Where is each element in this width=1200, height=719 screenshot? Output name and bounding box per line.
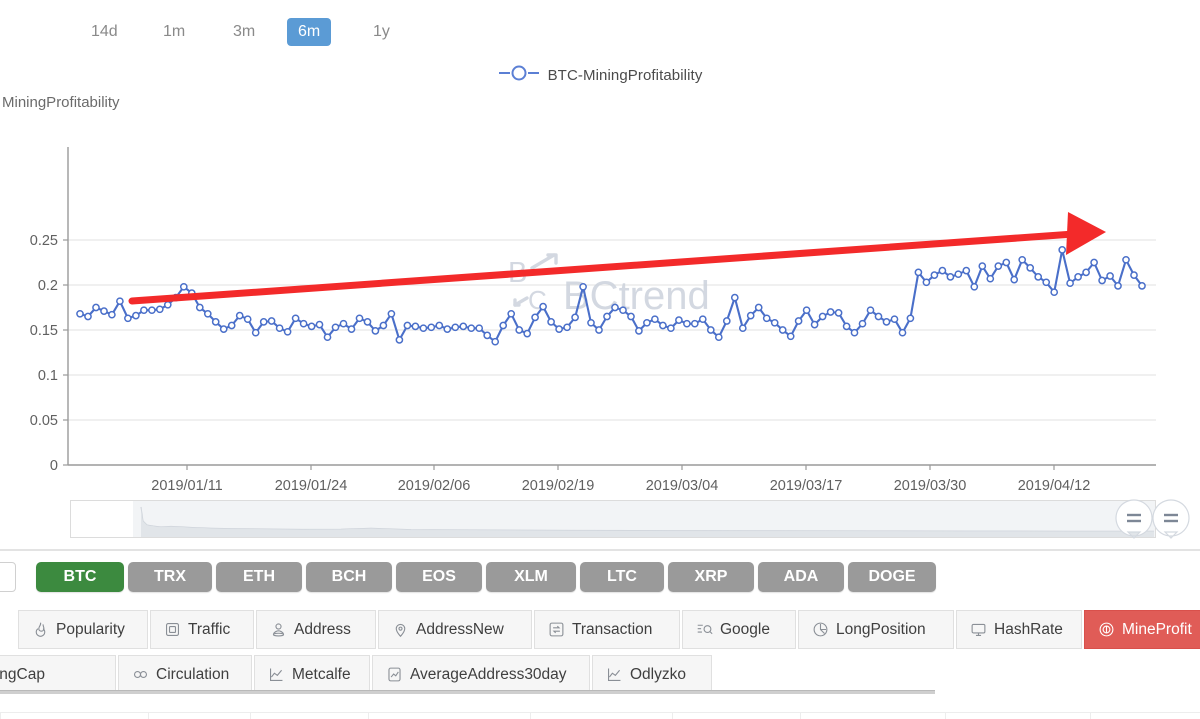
metric-tab-transaction[interactable]: Transaction [534, 610, 680, 649]
table-column-divider [148, 712, 150, 719]
datazoom-slider[interactable] [70, 500, 1156, 538]
metric-tab-traffic[interactable]: Traffic [150, 610, 254, 649]
datazoom-preview-chart [140, 506, 1155, 537]
address-pin-icon [270, 621, 287, 638]
metric-tab-google[interactable]: Google [682, 610, 796, 649]
coin-tab-eos[interactable]: EOS [396, 562, 482, 592]
metric-tab-label: LongPosition [836, 620, 926, 638]
y-tick-label: 0.1 [38, 368, 58, 384]
mining-profitability-page: 14d 1m 3m 6m 1y BTC-MiningProfitability Mini… [0, 0, 1200, 719]
exchange-icon [548, 621, 565, 638]
table-top-border [0, 690, 935, 694]
chart-area: MiningProfitability 0 0.05 0.1 0.15 0.2 0.25 … [0, 92, 1200, 502]
range-button-6m[interactable]: 6m [287, 18, 332, 46]
table-column-divider [368, 712, 370, 719]
datazoom-handle-right[interactable] [1150, 497, 1192, 539]
chart-box-icon [386, 666, 403, 683]
y-tick-label: 0.15 [30, 323, 58, 339]
chart-legend[interactable]: BTC-MiningProfitability [0, 62, 1200, 88]
metric-tab-label: MineProfit [1122, 620, 1192, 638]
legend-label: BTC-MiningProfitability [547, 66, 703, 84]
metric-tabs-row-1: Popularity Traffic Address AddressNew Transa… [0, 610, 1200, 655]
metric-tab-label: AverageAddress30day [410, 665, 567, 683]
x-tick-label: 2019/02/06 [398, 478, 471, 494]
metric-tab-label: HashRate [994, 620, 1063, 638]
linechart-icon [268, 666, 285, 683]
metric-tab-popularity[interactable]: Popularity [18, 610, 148, 649]
metric-tab-label: Google [720, 620, 770, 638]
x-tick-label: 2019/04/12 [1018, 478, 1091, 494]
table-column-divider [0, 712, 2, 719]
datazoom-handle-left[interactable] [1113, 497, 1155, 539]
metric-tab-label: Transaction [572, 620, 653, 638]
legend-marker-icon [498, 65, 540, 86]
metric-tab-mineprofit[interactable]: MineProfit [1084, 610, 1200, 649]
table-column-divider [672, 712, 674, 719]
range-button-14d[interactable]: 14d [80, 18, 129, 46]
coin-tab-xlm[interactable]: XLM [486, 562, 576, 592]
range-button-3m[interactable]: 3m [222, 18, 266, 46]
table-column-divider [530, 712, 532, 719]
table-column-divider [945, 712, 947, 719]
table-column-divider [1090, 712, 1092, 719]
section-divider [0, 549, 1200, 551]
coin-tab-ltc[interactable]: LTC [580, 562, 664, 592]
coin-tab-ada[interactable]: ADA [758, 562, 844, 592]
coin-tab-doge[interactable]: DOGE [848, 562, 936, 592]
metric-tab-hashrate[interactable]: HashRate [956, 610, 1082, 649]
metric-tab-address[interactable]: Address [256, 610, 376, 649]
metric-tab-label: Circulation [156, 665, 230, 683]
metric-tab-label: Odlyzko [630, 665, 686, 683]
y-tick-label: 0 [50, 458, 58, 474]
metric-tab-circulation[interactable]: Circulation [118, 655, 252, 694]
metric-tab-label: AddressNew [416, 620, 504, 638]
metric-tab-addressnew[interactable]: AddressNew [378, 610, 532, 649]
range-selector: 14d 1m 3m 6m 1y [0, 0, 1200, 60]
metric-tab-rketingcap[interactable]: rketingCap [0, 655, 116, 694]
coin-tab-eth[interactable]: ETH [216, 562, 302, 592]
metric-tab-label: Popularity [56, 620, 125, 638]
metric-tab-label: rketingCap [0, 665, 45, 683]
flame-icon [32, 621, 49, 638]
range-button-1y[interactable]: 1y [362, 18, 401, 46]
x-tick-label: 2019/03/30 [894, 478, 967, 494]
infinity-icon [132, 666, 149, 683]
linechart-icon [606, 666, 623, 683]
metric-tab-averageaddress30day[interactable]: AverageAddress30day [372, 655, 590, 694]
x-tick-label: 2019/03/17 [770, 478, 843, 494]
y-axis-ticks: 0 0.05 0.1 0.15 0.2 0.25 [30, 233, 68, 474]
coin-selector-row: BTC TRX ETH BCH EOS XLM LTC XRP ADA DOGE [0, 560, 1200, 598]
search-list-icon [696, 621, 713, 638]
x-tick-label: 2019/03/04 [646, 478, 719, 494]
target-icon [1098, 621, 1115, 638]
metric-tab-label: Metcalfe [292, 665, 351, 683]
table-header-line [0, 712, 1200, 713]
x-axis-ticks: 2019/01/11 2019/01/24 2019/02/06 2019/02/19… [151, 465, 1090, 494]
x-tick-label: 2019/01/11 [151, 478, 223, 494]
location-pin-icon [392, 621, 409, 638]
coin-search-input[interactable] [0, 562, 16, 592]
x-tick-label: 2019/02/19 [522, 478, 595, 494]
table-header-grid [0, 712, 1200, 719]
coin-tab-xrp[interactable]: XRP [668, 562, 754, 592]
table-column-divider [800, 712, 802, 719]
line-chart-svg: 0 0.05 0.1 0.15 0.2 0.25 2019/01/11 2019/01/24… [30, 147, 1156, 494]
metric-tab-label: Traffic [188, 620, 231, 638]
y-tick-label: 0.05 [30, 413, 58, 429]
coin-tab-btc[interactable]: BTC [36, 562, 124, 592]
y-tick-label: 0.2 [38, 278, 58, 294]
display-icon [970, 621, 987, 638]
range-button-1m[interactable]: 1m [152, 18, 196, 46]
metric-tab-label: Address [294, 620, 351, 638]
coin-tab-trx[interactable]: TRX [128, 562, 212, 592]
pie-clock-icon [812, 621, 829, 638]
table-column-divider [250, 712, 252, 719]
metric-tab-metcalfe[interactable]: Metcalfe [254, 655, 370, 694]
x-tick-label: 2019/01/24 [275, 478, 348, 494]
metric-tab-longposition[interactable]: LongPosition [798, 610, 954, 649]
monitor-icon [164, 621, 181, 638]
y-tick-label: 0.25 [30, 233, 58, 249]
coin-tab-bch[interactable]: BCH [306, 562, 392, 592]
metric-tab-odlyzko[interactable]: Odlyzko [592, 655, 712, 694]
